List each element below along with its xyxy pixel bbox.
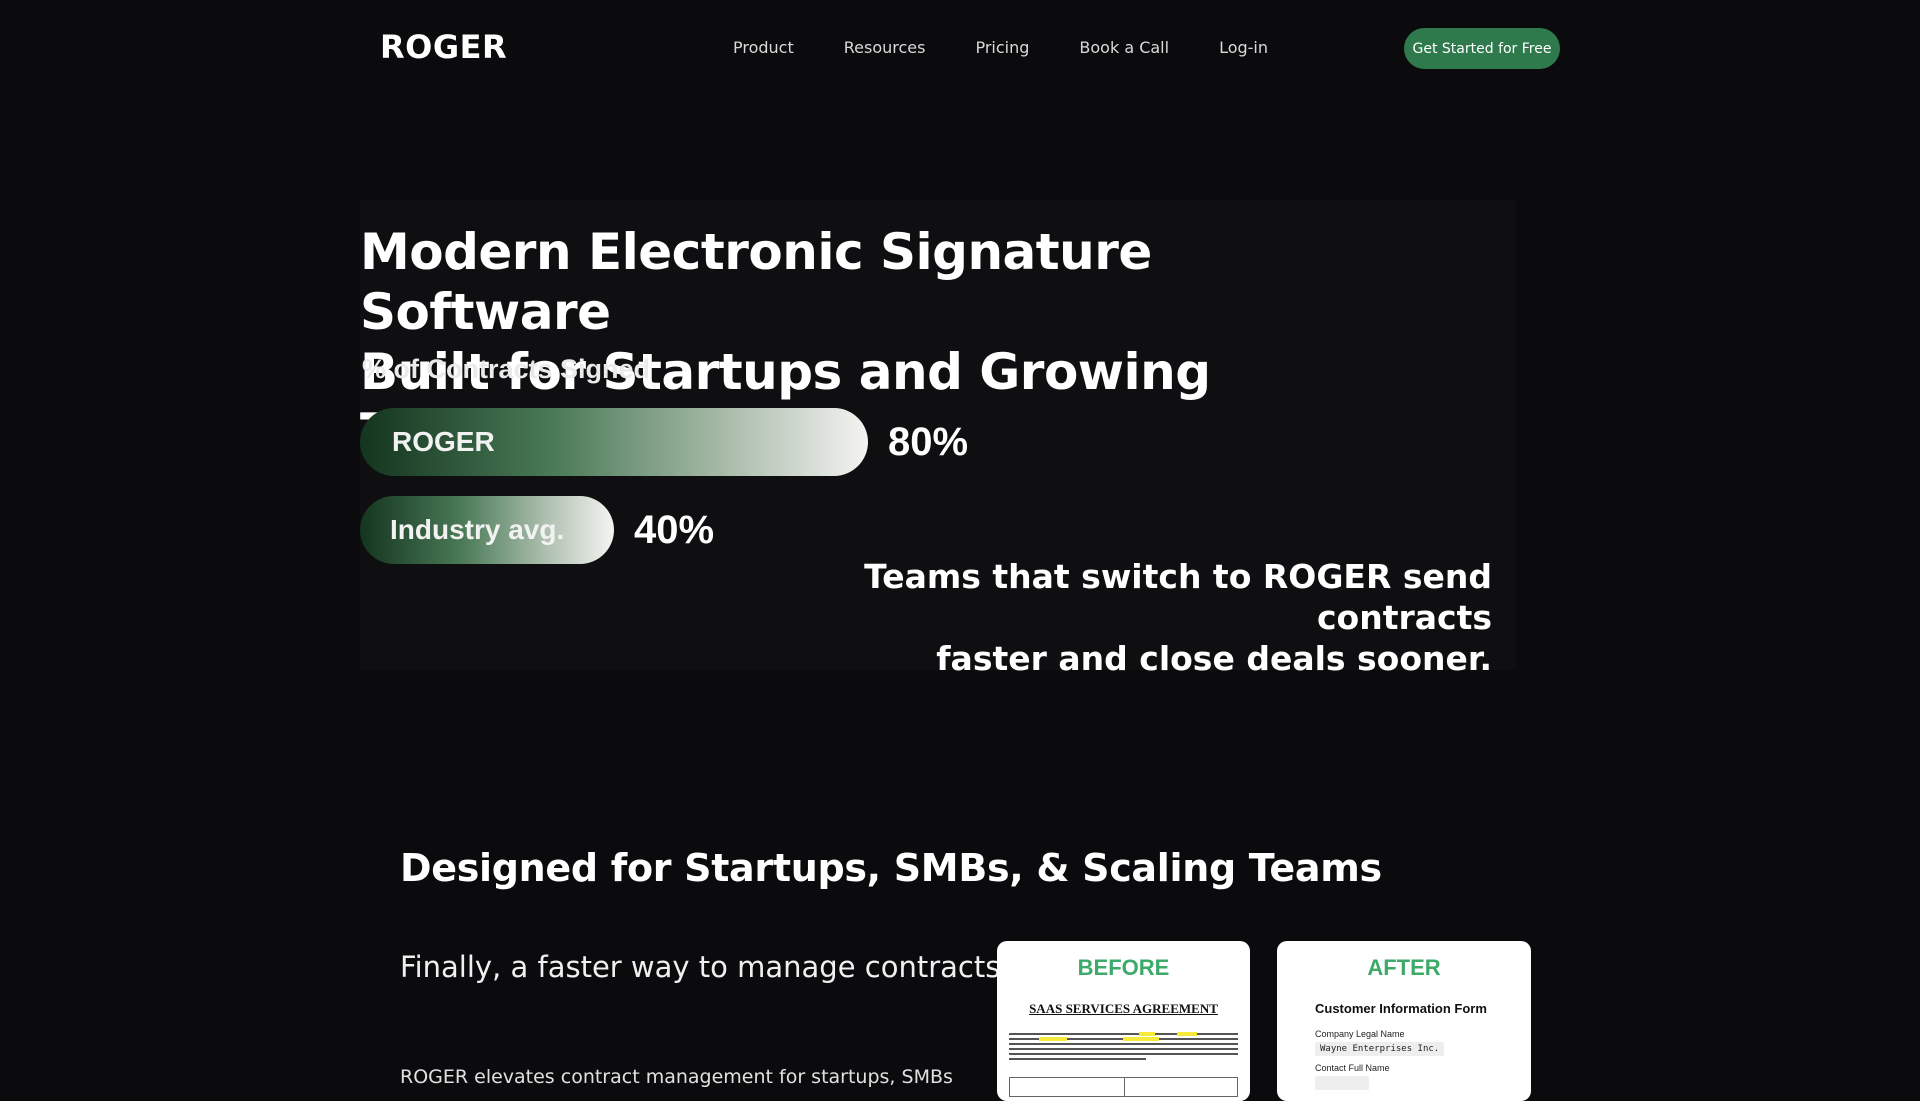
main-nav: Product Resources Pricing Book a Call Lo…	[733, 38, 1318, 57]
after-heading: AFTER	[1367, 955, 1441, 980]
chart-title: % of Contracts Signed	[362, 354, 651, 384]
roger-logo[interactable]: ROGER	[380, 28, 507, 66]
bar-value-roger: 80%	[888, 420, 969, 464]
contact-full-name-field[interactable]	[1315, 1076, 1369, 1090]
hero-tagline-line-1: Teams that switch to ROGER send contract…	[864, 557, 1492, 637]
top-navigation-bar: ROGER Product Resources Pricing Book a C…	[0, 0, 1920, 96]
company-legal-name-field[interactable]: Wayne Enterprises Inc.	[1315, 1042, 1445, 1056]
nav-item-log-in[interactable]: Log-in	[1219, 38, 1268, 57]
section-title: Designed for Startups, SMBs, & Scaling T…	[400, 846, 1382, 890]
nav-item-book-a-call[interactable]: Book a Call	[1079, 38, 1169, 57]
before-card: BEFORE SAAS SERVICES AGREEMENT	[997, 941, 1250, 1101]
agreement-doc-title: SAAS SERVICES AGREEMENT	[1029, 1001, 1218, 1016]
bar-value-industry-avg: 40%	[634, 508, 715, 552]
bar-roger: ROGER	[360, 408, 868, 476]
get-started-button[interactable]: Get Started for Free	[1404, 28, 1560, 69]
nav-item-product[interactable]: Product	[733, 38, 794, 57]
bar-label-roger: ROGER	[392, 426, 495, 457]
contact-full-name-label: Contact Full Name	[1315, 1063, 1390, 1073]
hero-tagline: Teams that switch to ROGER send contract…	[792, 556, 1492, 679]
bar-label-industry-avg: Industry avg.	[390, 514, 565, 545]
section-body-text: ROGER elevates contract management for s…	[400, 1066, 960, 1088]
agreement-text-lines	[1009, 1032, 1238, 1063]
nav-item-resources[interactable]: Resources	[844, 38, 926, 57]
hero-section: Modern Electronic Signature Software Bui…	[360, 200, 1516, 678]
form-title: Customer Information Form	[1315, 1001, 1487, 1016]
nav-item-pricing[interactable]: Pricing	[975, 38, 1029, 57]
hero-title-line-1: Modern Electronic Signature Software	[360, 223, 1152, 341]
agreement-table	[1009, 1077, 1238, 1097]
hero-tagline-line-2: faster and close deals sooner.	[936, 639, 1492, 678]
after-card: AFTER Customer Information Form Company …	[1277, 941, 1531, 1101]
company-legal-name-label: Company Legal Name	[1315, 1029, 1405, 1039]
section-subtitle: Finally, a faster way to manage contract…	[400, 950, 1010, 984]
bar-industry-avg: Industry avg.	[360, 496, 614, 564]
before-heading: BEFORE	[1077, 955, 1170, 980]
